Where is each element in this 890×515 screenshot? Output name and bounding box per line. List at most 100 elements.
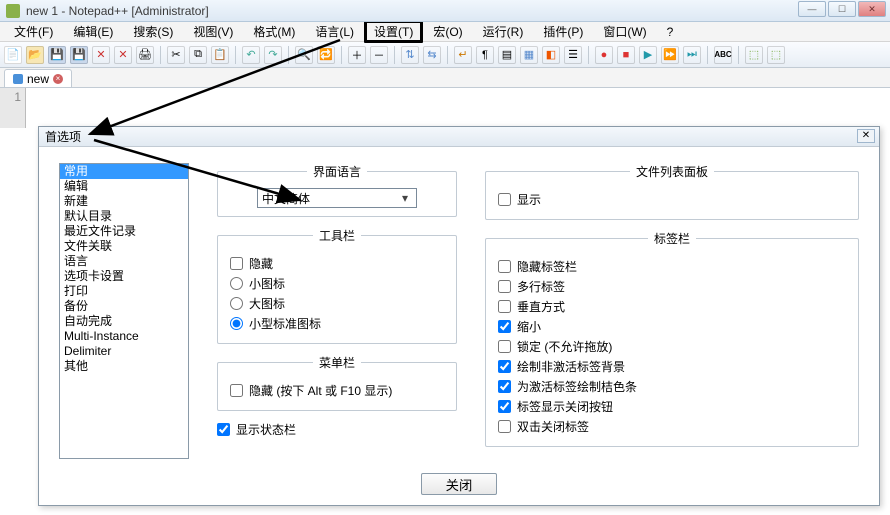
close-file-icon[interactable]: ✕ [92,46,110,64]
ui-language-combo[interactable]: 中文简体 ▾ [257,188,417,208]
maximize-button[interactable]: ☐ [828,1,856,17]
list-item[interactable]: 语言 [60,254,188,269]
menu-settings[interactable]: 设置(T) [364,20,423,43]
filelist-panel-group: 文件列表面板 显示 [485,163,859,220]
toolbar-small-radio[interactable] [230,277,243,290]
cut-icon[interactable]: ✂ [167,46,185,64]
tabbar-vertical-checkbox[interactable] [498,300,511,313]
tabbar-hide-checkbox[interactable] [498,260,511,273]
filelist-show-label: 显示 [517,191,541,208]
userlang-icon[interactable]: ▦ [520,46,538,64]
menu-window[interactable]: 窗口(W) [593,21,656,42]
document-tab[interactable]: new × [4,69,72,87]
plugin1-icon[interactable]: ⬚ [745,46,763,64]
record-macro-icon[interactable]: ● [595,46,613,64]
chevron-down-icon: ▾ [398,191,412,205]
tab-close-icon[interactable]: × [53,74,63,84]
line-number: 1 [14,90,21,104]
plugin2-icon[interactable]: ⬚ [767,46,785,64]
print-icon[interactable]: 🖨 [136,46,154,64]
toolbar-standard-label: 小型标准图标 [249,315,321,332]
toolbar-standard-radio[interactable] [230,317,243,330]
save-all-icon[interactable]: 💾 [70,46,88,64]
undo-icon[interactable]: ↶ [242,46,260,64]
sync-h-icon[interactable]: ⇆ [423,46,441,64]
menu-search[interactable]: 搜索(S) [123,21,183,42]
preferences-category-list[interactable]: 常用 编辑 新建 默认目录 最近文件记录 文件关联 语言 选项卡设置 打印 备份… [59,163,189,459]
tabbar-group: 标签栏 隐藏标签栏 多行标签 垂直方式 缩小 锁定 (不允许拖放) 绘制非激活标… [485,230,859,447]
menu-file[interactable]: 文件(F) [4,21,63,42]
spellcheck-icon[interactable]: ABC [714,46,732,64]
tabbar-legend: 标签栏 [648,230,696,247]
save-macro-icon[interactable]: ⏭ [683,46,701,64]
list-item[interactable]: 打印 [60,284,188,299]
find-icon[interactable]: 🔍 [295,46,313,64]
paste-icon[interactable]: 📋 [211,46,229,64]
redo-icon[interactable]: ↷ [264,46,282,64]
menu-language[interactable]: 语言(L) [305,21,364,42]
menu-view[interactable]: 视图(V) [183,21,243,42]
minimize-button[interactable]: — [798,1,826,17]
tabbar-inactive-bg-checkbox[interactable] [498,360,511,373]
wordwrap-icon[interactable]: ↵ [454,46,472,64]
tabbar-close-btn-label: 标签显示关闭按钮 [517,398,613,415]
preferences-dialog: 首选项 ✕ 常用 编辑 新建 默认目录 最近文件记录 文件关联 语言 选项卡设置… [38,126,880,506]
close-window-button[interactable]: ✕ [858,1,886,17]
list-item[interactable]: 文件关联 [60,239,188,254]
stop-macro-icon[interactable]: ■ [617,46,635,64]
close-all-icon[interactable]: ✕ [114,46,132,64]
replace-icon[interactable]: 🔁 [317,46,335,64]
menu-run[interactable]: 运行(R) [473,21,534,42]
menu-format[interactable]: 格式(M) [243,21,305,42]
list-item[interactable]: 默认目录 [60,209,188,224]
list-item[interactable]: 自动完成 [60,314,188,329]
play-macro-icon[interactable]: ▶ [639,46,657,64]
menu-help[interactable]: ? [657,23,684,41]
show-all-chars-icon[interactable]: ¶ [476,46,494,64]
tabbar-dblclick-checkbox[interactable] [498,420,511,433]
close-button[interactable]: 关闭 [421,473,497,495]
list-item[interactable]: 备份 [60,299,188,314]
list-item[interactable]: 选项卡设置 [60,269,188,284]
tabbar-close-btn-checkbox[interactable] [498,400,511,413]
list-item[interactable]: 最近文件记录 [60,224,188,239]
list-item[interactable]: Multi-Instance [60,329,188,344]
toolbar-large-radio[interactable] [230,297,243,310]
ui-language-group: 界面语言 中文简体 ▾ [217,163,457,217]
func-list-icon[interactable]: ☰ [564,46,582,64]
toolbar-hide-checkbox[interactable] [230,257,243,270]
copy-icon[interactable]: ⧉ [189,46,207,64]
list-item[interactable]: 其他 [60,359,188,374]
menu-edit[interactable]: 编辑(E) [63,21,123,42]
tabbar-shrink-checkbox[interactable] [498,320,511,333]
list-item[interactable]: Delimiter [60,344,188,359]
window-title: new 1 - Notepad++ [Administrator] [26,4,209,18]
dialog-close-button[interactable]: ✕ [857,129,875,143]
filelist-show-checkbox[interactable] [498,193,511,206]
show-statusbar-checkbox[interactable] [217,423,230,436]
menu-macro[interactable]: 宏(O) [423,21,472,42]
play-multi-icon[interactable]: ⏩ [661,46,679,64]
toolbar-small-label: 小图标 [249,275,285,292]
save-icon[interactable]: 💾 [48,46,66,64]
tabbar-multiline-checkbox[interactable] [498,280,511,293]
toolbar-large-label: 大图标 [249,295,285,312]
zoom-in-icon[interactable]: ＋ [348,46,366,64]
menu-plugins[interactable]: 插件(P) [533,21,593,42]
sync-v-icon[interactable]: ⇅ [401,46,419,64]
list-item[interactable]: 常用 [60,164,188,179]
tabbar-lock-checkbox[interactable] [498,340,511,353]
list-item[interactable]: 新建 [60,194,188,209]
tabbar-multiline-label: 多行标签 [517,278,565,295]
menubar-hide-checkbox[interactable] [230,384,243,397]
open-file-icon[interactable]: 📂 [26,46,44,64]
indent-guide-icon[interactable]: ▤ [498,46,516,64]
zoom-out-icon[interactable]: － [370,46,388,64]
new-file-icon[interactable]: 📄 [4,46,22,64]
list-item[interactable]: 编辑 [60,179,188,194]
doc-map-icon[interactable]: ◧ [542,46,560,64]
menubar-group: 菜单栏 隐藏 (按下 Alt 或 F10 显示) [217,354,457,411]
dialog-title-text: 首选项 [45,130,81,144]
tabbar-orange-bar-checkbox[interactable] [498,380,511,393]
tab-label: new [27,72,49,86]
